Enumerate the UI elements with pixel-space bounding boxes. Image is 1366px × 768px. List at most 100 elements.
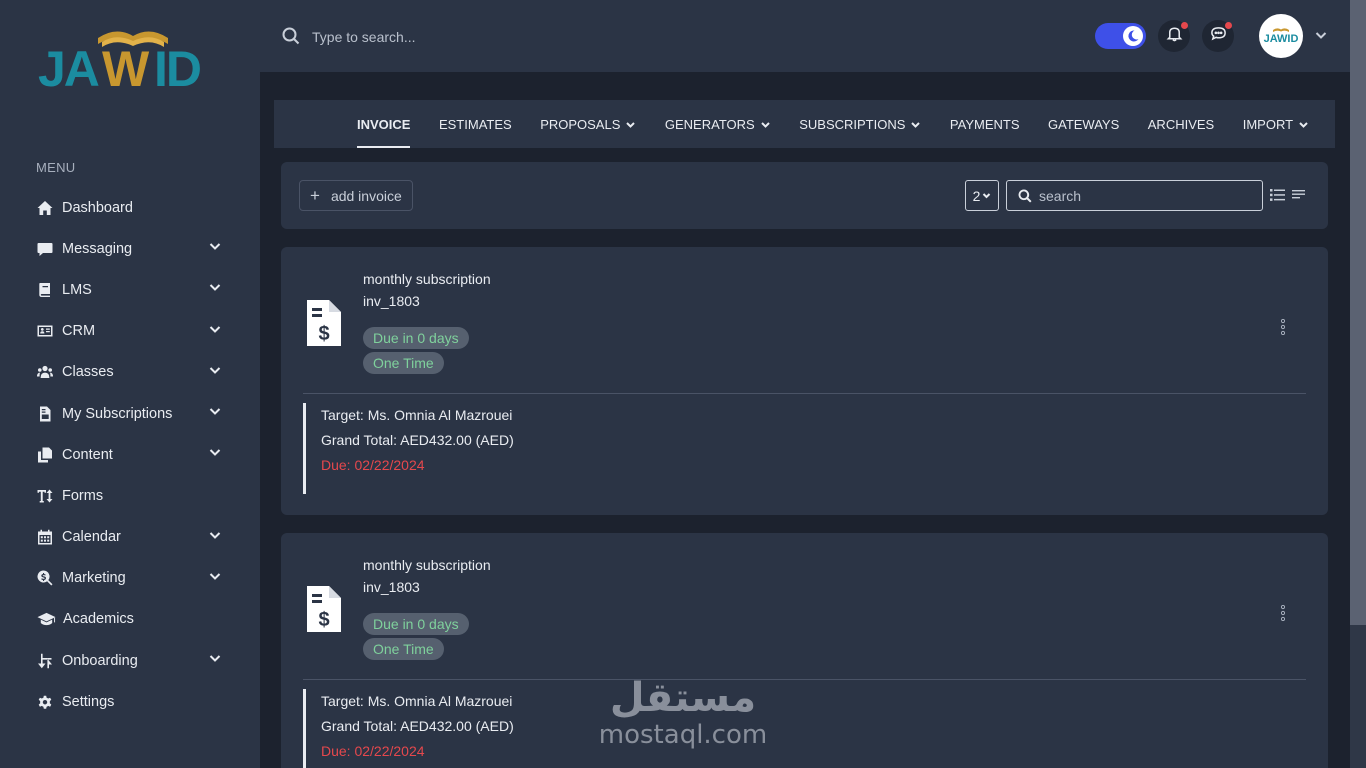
tab-gateways[interactable]: GATEWAYS [1048,100,1119,148]
chat-icon [36,240,53,257]
invoice-details: Target: Ms. Omnia Al Mazrouei Grand Tota… [303,689,514,768]
chevron-down-icon [208,322,222,341]
sidebar-item-dashboard[interactable]: Dashboard [0,187,260,228]
billing-type-badge: One Time [363,352,444,374]
svg-text:JAWID: JAWID [1264,33,1299,45]
scrollbar-thumb[interactable] [1350,0,1366,625]
sort-icon[interactable] [1292,188,1307,207]
invoice-id: inv_1803 [363,293,420,309]
tab-import[interactable]: IMPORT [1243,100,1309,148]
notifications-button[interactable] [1158,20,1190,52]
invoice-card[interactable]: $ monthly subscription inv_1803 Due in 0… [281,247,1328,515]
tab-archives[interactable]: ARCHIVES [1148,100,1214,148]
chevron-down-icon [625,119,636,130]
page-scrollbar[interactable] [1350,0,1366,768]
sidebar-item-onboarding[interactable]: Onboarding [0,640,260,681]
mostaql-watermark: مستقل mostaql.com [598,676,768,754]
jawid-logo[interactable]: JA W ID [36,20,226,97]
sidebar-item-content[interactable]: Content [0,434,260,475]
tab-label: SUBSCRIPTIONS [799,116,906,132]
sidebar-item-label: Marketing [62,570,126,587]
tab-estimates[interactable]: ESTIMATES [439,100,512,148]
search-dollar-icon [36,570,53,587]
menu-title: MENU [36,160,76,175]
users-icon [36,364,53,381]
sidebar-item-label: Settings [62,693,115,710]
chevron-down-icon[interactable] [1314,28,1328,47]
book-icon [36,281,53,298]
chevron-down-icon [1298,119,1309,130]
invoice-details: Target: Ms. Omnia Al Mazrouei Grand Tota… [303,403,514,494]
message-badge [1225,22,1232,29]
sidebar: JA W ID MENU Dashboard Messaging LMS CRM… [0,0,260,768]
invoice-target: Target: Ms. Omnia Al Mazrouei [321,407,513,423]
home-icon [36,199,53,216]
file-invoice-icon [36,405,53,422]
address-card-icon [36,323,53,340]
sidebar-item-settings[interactable]: Settings [0,681,260,722]
invoice-document-icon: $ [307,300,341,346]
tab-generators[interactable]: GENERATORS [665,100,771,148]
sidebar-item-lms[interactable]: LMS [0,269,260,310]
global-search-input[interactable] [312,26,612,48]
search-icon [282,27,300,45]
tab-label: IMPORT [1242,116,1294,132]
more-options-icon[interactable] [1280,318,1286,336]
list-view-icon[interactable] [1270,188,1285,207]
sidebar-item-marketing[interactable]: Marketing [0,558,260,599]
user-avatar[interactable]: JAWID [1259,14,1303,58]
sidebar-item-crm[interactable]: CRM [0,311,260,352]
tab-label: GENERATORS [664,116,755,132]
plus-icon: + [310,186,320,205]
invoice-title: monthly subscription [363,557,491,573]
sidebar-item-calendar[interactable]: Calendar [0,517,260,558]
sidebar-item-forms[interactable]: Forms [0,475,260,516]
chevron-down-icon [208,528,222,547]
top-header: JAWID [260,0,1350,72]
tab-label: GATEWAYS [1048,116,1120,132]
sidebar-item-academics[interactable]: Academics [0,599,260,640]
sidebar-item-my-subscriptions[interactable]: My Subscriptions [0,393,260,434]
sidebar-item-label: Forms [62,487,104,504]
invoice-document-icon: $ [307,586,341,632]
sidebar-item-label: Content [62,446,113,463]
add-invoice-button[interactable]: + add invoice [299,180,413,211]
sidebar-item-label: CRM [62,323,96,340]
calendar-icon [36,529,53,546]
text-height-icon [36,487,53,504]
chevron-down-icon [208,651,222,670]
watermark-arabic: مستقل [609,676,757,720]
sidebar-item-messaging[interactable]: Messaging [0,228,260,269]
invoice-search-input[interactable] [1039,187,1249,204]
tab-payments[interactable]: PAYMENTS [950,100,1020,148]
svg-text:ID: ID [154,41,201,94]
invoice-due-date: Due: 02/22/2024 [321,743,425,759]
per-page-select[interactable]: 2 [965,180,999,211]
due-status-badge: Due in 0 days [363,327,469,349]
chevron-down-icon [208,363,222,382]
graduation-cap-icon [36,611,56,628]
svg-text:JA: JA [38,41,99,94]
tab-invoice[interactable]: INVOICE [357,100,411,148]
invoice-grand-total: Grand Total: AED432.00 (AED) [321,432,514,448]
invoice-target: Target: Ms. Omnia Al Mazrouei [321,693,513,709]
chevron-down-icon [208,239,222,258]
moon-icon [1123,26,1143,46]
more-options-icon[interactable] [1280,604,1286,622]
invoice-due-date: Due: 02/22/2024 [321,457,425,473]
messages-button[interactable] [1202,20,1234,52]
invoice-title: monthly subscription [363,271,491,287]
invoice-search-box[interactable] [1006,180,1263,211]
sidebar-item-label: Messaging [62,240,133,257]
tab-subscriptions[interactable]: SUBSCRIPTIONS [799,100,921,148]
chevron-down-icon [208,445,222,464]
chevron-down-icon [910,119,921,130]
billing-type-badge: One Time [363,638,444,660]
invoice-tabs: INVOICE ESTIMATES PROPOSALS GENERATORS S… [274,100,1335,148]
per-page-value: 2 [972,187,981,204]
chevron-down-icon [208,569,222,588]
tab-proposals[interactable]: PROPOSALS [540,100,636,148]
sidebar-item-classes[interactable]: Classes [0,352,260,393]
dark-mode-toggle[interactable] [1095,23,1146,49]
invoice-card[interactable]: $ monthly subscription inv_1803 Due in 0… [281,533,1328,768]
